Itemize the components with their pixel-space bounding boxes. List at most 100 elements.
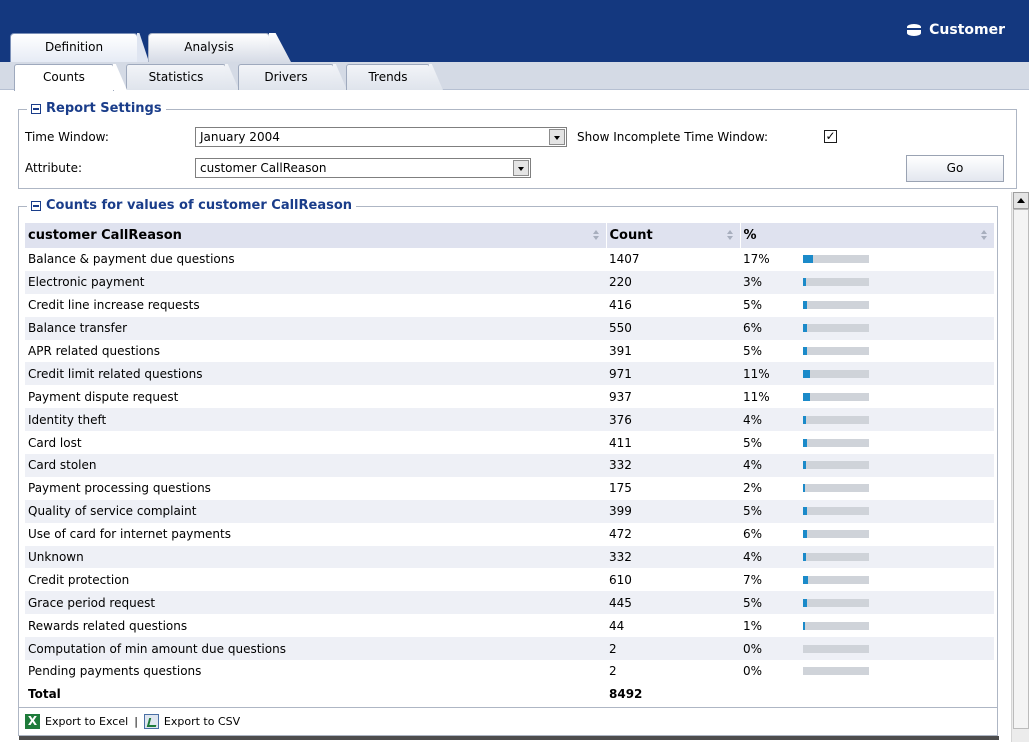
table-row: Identity theft 376 4% — [25, 408, 994, 432]
count-cell: 1407 — [609, 252, 640, 267]
subtab-drivers[interactable]: Drivers — [238, 64, 334, 90]
subtab-statistics[interactable]: Statistics — [126, 64, 226, 90]
table-row: Quality of service complaint 399 5% — [25, 499, 994, 523]
callreason-cell: Quality of service complaint — [25, 499, 606, 523]
table-row: Balance transfer 550 6% — [25, 316, 994, 340]
percent-bar-fill — [803, 484, 805, 493]
percent-cell: 11% — [740, 385, 994, 408]
percent-text: 5% — [743, 344, 763, 358]
export-csv-link[interactable]: Export to CSV — [164, 715, 240, 728]
table-row: Rewards related questions 44 1% — [25, 614, 994, 637]
percent-text: 7% — [743, 572, 763, 587]
column-header-percent[interactable]: % — [740, 223, 995, 248]
counts-table: customer CallReason Count % Balance & pa… — [25, 223, 995, 706]
export-excel-link[interactable]: Export to Excel — [45, 715, 128, 728]
count-cell: 399 — [606, 499, 740, 523]
count-cell: 175 — [609, 481, 632, 496]
percent-bar-fill — [803, 415, 806, 424]
footer-divider — [19, 736, 999, 740]
sort-icon[interactable] — [980, 230, 988, 241]
table-row: Electronic payment 220 3% — [25, 270, 994, 294]
percent-bar — [803, 415, 869, 424]
export-footer: X Export to Excel | Export to CSV — [19, 707, 999, 740]
callreason-cell: Payment processing questions — [28, 481, 211, 496]
app-header: Definition Analysis Customer — [0, 0, 1029, 62]
percent-bar — [803, 301, 869, 310]
percent-cell: 4% — [740, 545, 994, 569]
sort-icon[interactable] — [726, 230, 734, 241]
chevron-down-icon[interactable] — [549, 129, 565, 145]
column-header-count[interactable]: Count — [606, 223, 741, 248]
count-cell: 445 — [606, 591, 740, 615]
percent-bar — [803, 347, 869, 355]
scroll-thumb[interactable] — [1013, 209, 1029, 729]
percent-cell: 5% — [740, 431, 994, 454]
table-row: Credit line increase requests 416 5% — [25, 294, 994, 317]
table-row: Payment dispute request 937 11% — [25, 385, 994, 408]
percent-cell: 17% — [740, 248, 994, 271]
percent-cell: 3% — [740, 270, 994, 294]
percent-cell: 11% — [740, 362, 994, 386]
collapse-icon[interactable] — [31, 103, 41, 114]
percent-cell: 5% — [740, 340, 994, 363]
count-cell: 971 — [606, 362, 740, 386]
percent-text: 4% — [743, 412, 763, 427]
count-cell: 550 — [606, 316, 740, 340]
percent-bar — [803, 438, 869, 447]
header-title-text: Customer — [929, 22, 1005, 38]
excel-icon[interactable]: X — [25, 714, 40, 729]
count-cell: 411 — [609, 435, 632, 450]
callreason-cell: Card stolen — [25, 454, 606, 477]
callreason-cell: Credit limit related questions — [25, 362, 606, 386]
percent-bar-fill — [803, 575, 808, 584]
percent-text: 6% — [743, 321, 763, 336]
callreason-cell: Identity theft — [25, 408, 606, 432]
database-icon — [907, 24, 922, 36]
show-incomplete-checkbox[interactable]: ✓ — [824, 130, 837, 143]
report-settings-legend[interactable]: Report Settings — [27, 101, 166, 116]
total-count: 8492 — [609, 687, 643, 702]
column-header-callreason[interactable]: customer CallReason — [25, 223, 607, 248]
table-row: Credit limit related questions 971 11% — [25, 362, 994, 386]
attribute-select[interactable]: customer CallReason — [195, 158, 531, 178]
percent-bar-fill — [803, 347, 807, 355]
vertical-scrollbar[interactable] — [1011, 192, 1029, 742]
sort-icon[interactable] — [592, 230, 600, 241]
collapse-icon[interactable] — [31, 200, 41, 211]
subtab-counts[interactable]: Counts — [14, 64, 114, 91]
chevron-down-icon[interactable] — [513, 160, 529, 176]
table-row: APR related questions 391 5% — [25, 340, 994, 363]
total-label: Total — [28, 687, 61, 702]
callreason-cell: Pending payments questions — [28, 664, 202, 679]
count-cell: 2 — [609, 664, 617, 679]
percent-bar-fill — [803, 598, 807, 607]
callreason-cell: Grace period request — [25, 591, 606, 615]
csv-icon[interactable] — [143, 714, 159, 729]
percent-text: 5% — [743, 435, 763, 450]
attribute-value: customer CallReason — [200, 161, 327, 175]
scroll-up-arrow-icon[interactable] — [1013, 192, 1029, 209]
percent-bar — [803, 461, 869, 470]
callreason-cell: Credit line increase requests — [28, 298, 200, 313]
percent-bar — [803, 255, 869, 264]
percent-bar — [803, 644, 869, 653]
percent-bar — [803, 621, 869, 630]
percent-bar — [803, 324, 869, 333]
tab-definition[interactable]: Definition — [10, 33, 138, 62]
percent-cell: 4% — [740, 454, 994, 477]
callreason-cell: APR related questions — [28, 344, 160, 358]
attribute-label: Attribute: — [25, 161, 83, 175]
tab-analysis[interactable]: Analysis — [148, 33, 270, 62]
table-row: Payment processing questions 175 2% — [25, 477, 994, 500]
subtab-trends[interactable]: Trends — [346, 64, 430, 90]
percent-bar — [803, 369, 869, 378]
count-cell: 332 — [606, 454, 740, 477]
go-button[interactable]: Go — [906, 155, 1004, 182]
show-incomplete-label: Show Incomplete Time Window: — [577, 130, 769, 144]
count-cell: 332 — [606, 545, 740, 569]
percent-cell: 5% — [740, 591, 994, 615]
counts-legend[interactable]: Counts for values of customer CallReason — [27, 198, 357, 213]
counts-table-wrap: customer CallReason Count % Balance & pa… — [25, 223, 995, 709]
time-window-select[interactable]: January 2004 — [195, 127, 567, 147]
table-row: Pending payments questions 2 0% — [25, 660, 994, 683]
